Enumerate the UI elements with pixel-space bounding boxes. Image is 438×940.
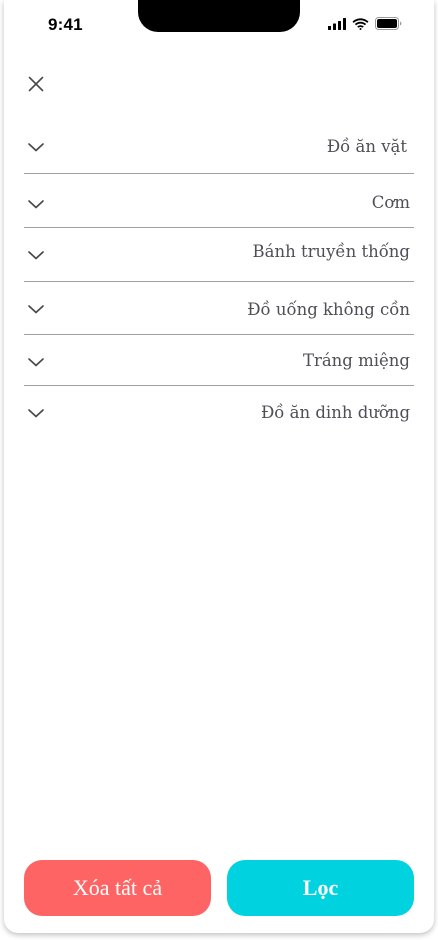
category-row-banh-truyen-thong[interactable]: Bánh truyền thống [24, 228, 414, 282]
chevron-down-icon [28, 305, 44, 314]
status-bar: 9:41 [4, 0, 434, 48]
chevron-down-icon [28, 251, 44, 260]
wifi-icon [352, 17, 369, 30]
category-label: Đồ uống không cồn [247, 300, 410, 319]
device-notch [138, 0, 300, 32]
status-time: 9:41 [48, 15, 83, 34]
close-icon [28, 76, 44, 92]
filter-button[interactable]: Lọc [227, 860, 414, 916]
chevron-down-icon [28, 143, 44, 152]
cellular-signal-icon [328, 17, 346, 30]
category-label: Cơm [371, 193, 410, 212]
chevron-down-icon [28, 409, 44, 418]
category-row-do-an-dinh-duong[interactable]: Đồ ăn dinh dưỡng [24, 386, 414, 438]
chevron-down-icon [28, 200, 44, 209]
close-button[interactable] [26, 74, 46, 94]
battery-icon [375, 17, 402, 30]
category-row-do-an-vat[interactable]: Đồ ăn vặt [24, 120, 414, 174]
clear-all-button[interactable]: Xóa tất cả [24, 860, 211, 916]
category-row-com[interactable]: Cơm [24, 174, 414, 228]
category-label: Đồ ăn dinh dưỡng [260, 403, 410, 422]
category-label: Đồ ăn vặt [326, 137, 407, 156]
category-row-do-uong-khong-con[interactable]: Đồ uống không cồn [24, 282, 414, 335]
category-list: Đồ ăn vặt Cơm Bánh truyền thống Đồ uống … [24, 120, 414, 438]
category-label: Bánh truyền thống [252, 242, 411, 261]
category-row-trang-mieng[interactable]: Tráng miệng [24, 335, 414, 386]
chevron-down-icon [28, 358, 44, 367]
category-label: Tráng miệng [302, 351, 410, 370]
filter-screen: 9:41 Đồ ăn vặt Cơm Bánh truyền thống Đồ … [4, 0, 434, 933]
status-icons [328, 17, 402, 30]
